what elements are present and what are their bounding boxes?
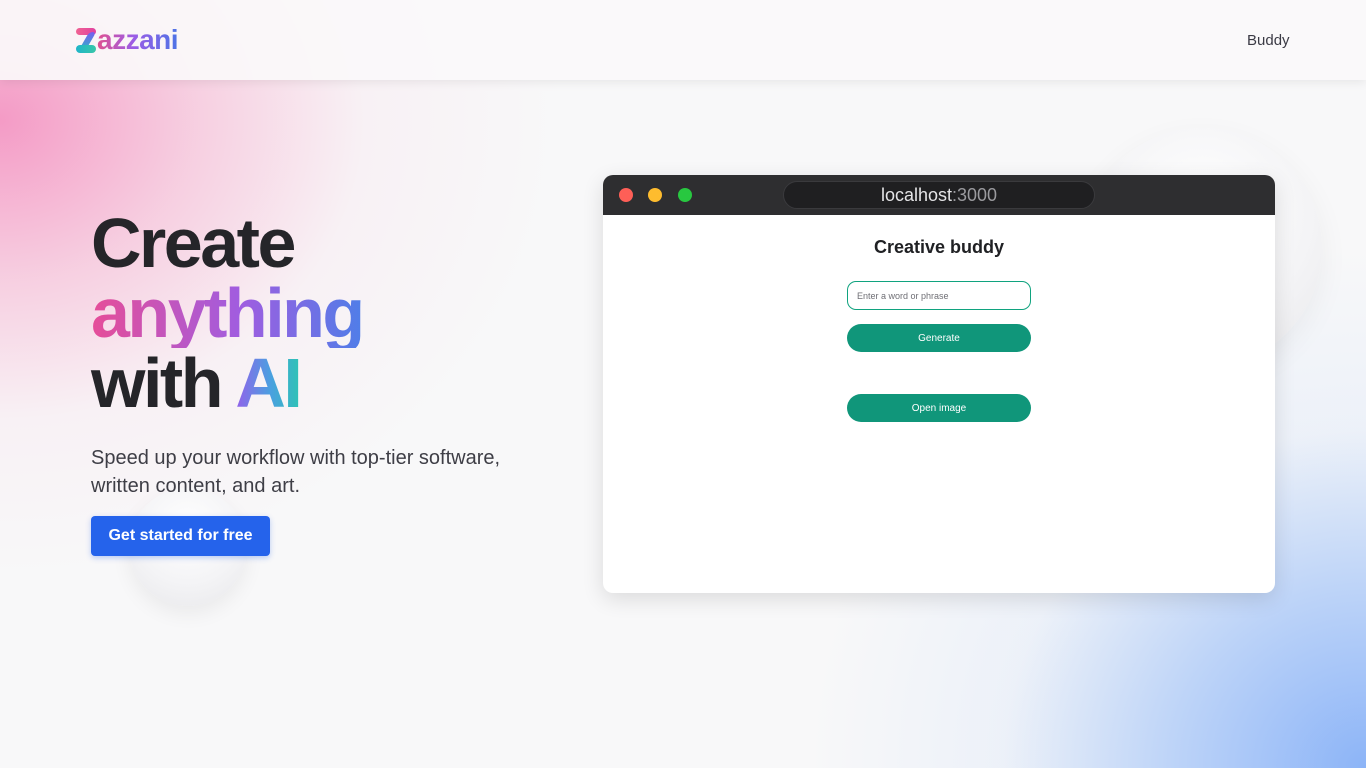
browser-titlebar: localhost:3000 (603, 175, 1275, 215)
hero-subtitle: Speed up your workflow with top-tier sof… (91, 447, 501, 497)
hero-headline: Create anything with AI (91, 204, 365, 418)
close-window-dot-icon (619, 188, 633, 202)
headline-line-create: Create (91, 204, 296, 282)
prompt-input[interactable] (847, 281, 1031, 310)
headline-ai: AI (235, 344, 303, 422)
headline-line-with-ai: with AI (91, 348, 363, 418)
maximize-window-dot-icon (678, 188, 692, 202)
url-port: :3000 (952, 185, 998, 205)
z-logo-icon (76, 26, 97, 54)
url-host: localhost (880, 185, 952, 205)
browser-mockup: localhost:3000 Creative buddy Generate O… (603, 175, 1275, 593)
site-header: azzani Buddy (0, 0, 1366, 80)
app-title: Creative buddy (873, 237, 1005, 257)
hero-section: Create anything with AI (91, 204, 365, 418)
nav-link-buddy[interactable]: Buddy (1247, 32, 1290, 49)
minimize-window-dot-icon (648, 188, 662, 202)
address-bar: localhost:3000 (783, 181, 1095, 209)
logo[interactable]: azzani (76, 24, 179, 56)
get-started-button[interactable]: Get started for free (91, 516, 270, 556)
open-image-button[interactable]: Open image (847, 394, 1031, 422)
headline-line-anything: anything (91, 274, 365, 352)
logo-text: azzani (97, 24, 179, 55)
generate-button[interactable]: Generate (847, 324, 1031, 352)
headline-with: with (91, 344, 223, 422)
